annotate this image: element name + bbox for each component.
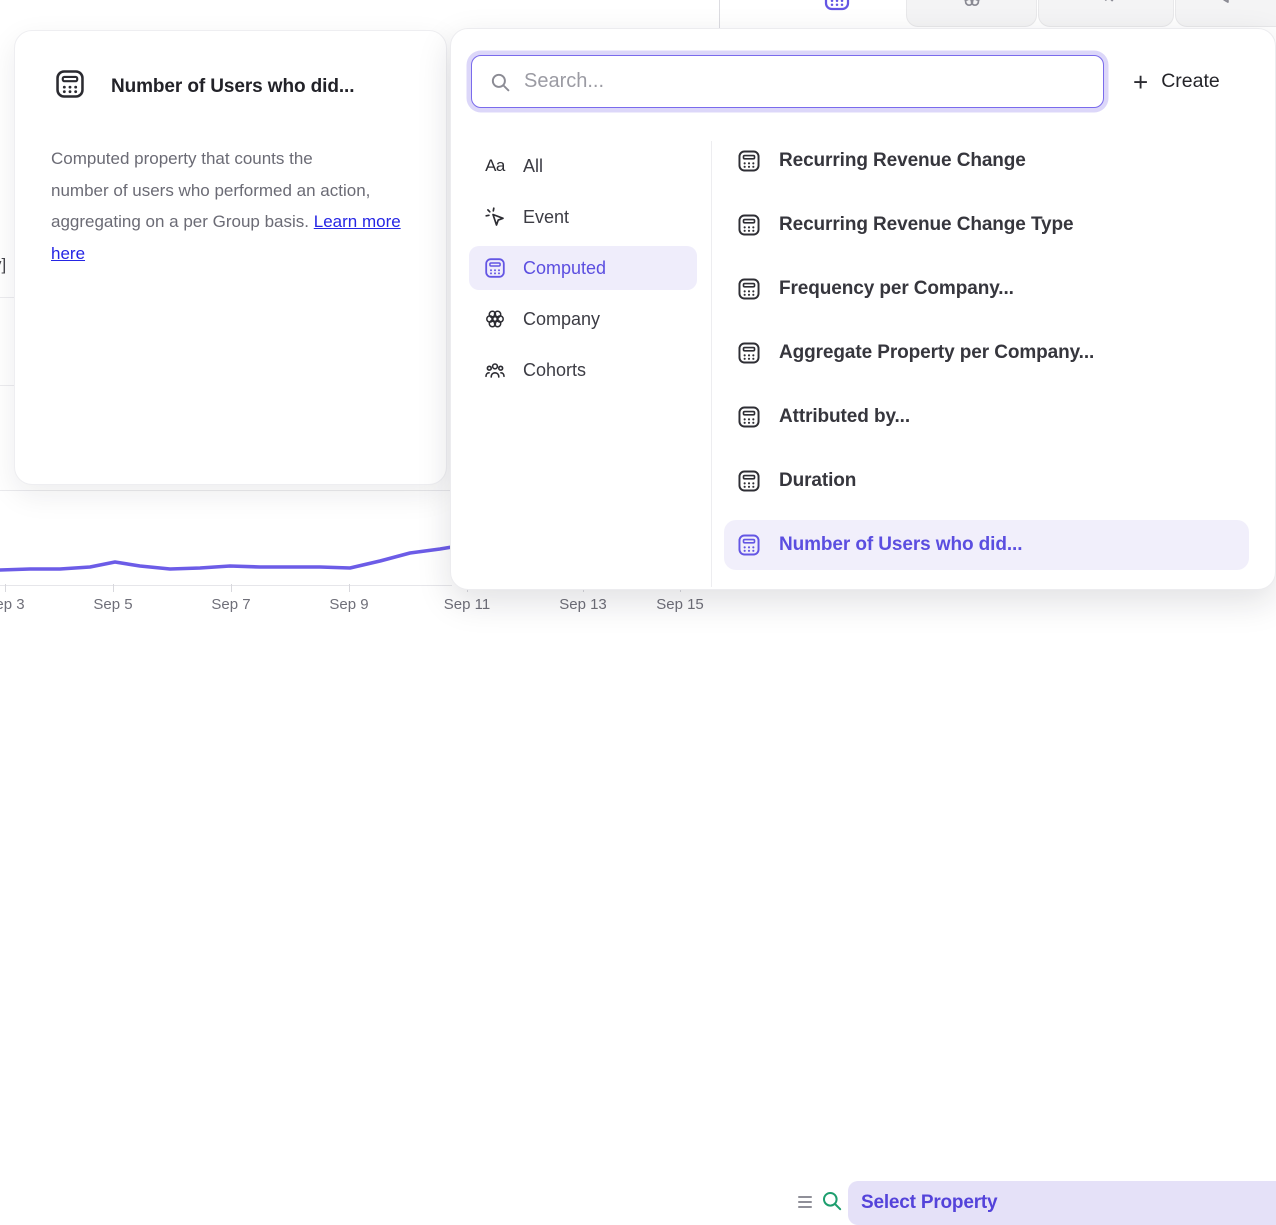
calculator-icon [736,532,762,558]
property-item-label: Aggregate Property per Company... [779,342,1094,364]
aa-text-icon: Aa [483,154,507,178]
select-property-field[interactable]: Select Property [848,1181,1276,1225]
property-item[interactable]: Frequency per Company... [724,264,1249,314]
property-item-label: Duration [779,470,856,492]
property-item[interactable]: Recurring Revenue Change Type [724,200,1249,250]
metric-tab-pointer[interactable] [1038,0,1174,27]
x-tick-label: Sep 7 [211,596,250,613]
category-sidebar: Aa All Event Computed Company Cohorts [469,144,697,399]
property-item[interactable]: Recurring Revenue Change [724,136,1249,186]
x-tick [5,584,6,592]
x-tick [113,584,114,592]
metric-tab-funnel[interactable] [1175,0,1276,27]
calculator-icon [736,404,762,430]
category-label: Computed [523,258,606,279]
calculator-icon [483,256,507,280]
metric-tab-computed[interactable] [768,0,906,27]
search-input[interactable] [524,56,1094,107]
property-picker-panel: + Create Aa All Event Computed Company C… [450,28,1276,590]
tooltip-description: Computed property that counts the number… [51,143,403,269]
property-row: Select Property [790,588,1276,642]
calculator-icon [53,67,87,101]
calculator-icon [736,212,762,238]
drag-handle-icon[interactable] [798,1196,812,1208]
x-tick-label: Sep 9 [329,596,368,613]
company-flower-icon [483,307,507,331]
x-tick-label: Sep 3 [0,596,25,613]
calculator-icon [736,468,762,494]
tooltip-title: Number of Users who did... [111,76,354,98]
calculator-icon [736,148,762,174]
category-label: Cohorts [523,360,586,381]
property-item-label: Number of Users who did... [779,534,1022,556]
category-label: Company [523,309,600,330]
x-tick [231,584,232,592]
create-button[interactable]: + Create [1133,55,1220,108]
app-root: { "colors": { "accent_purple": "#5b4ee0"… [0,0,1276,642]
property-item-label: Recurring Revenue Change [779,150,1026,172]
category-label: All [523,156,543,177]
clipped-builder-text: v] [0,255,6,275]
category-label: Event [523,207,569,228]
property-item-selected[interactable]: Number of Users who did... [724,520,1249,570]
picker-divider [711,141,712,587]
search-box [471,55,1104,108]
x-tick [349,584,350,592]
event-click-icon [483,205,507,229]
x-tick-label: Sep 5 [93,596,132,613]
x-tick-label: Sep 13 [559,596,607,613]
property-tooltip-card: Number of Users who did... Computed prop… [14,30,447,485]
funnel-icon [1213,0,1239,9]
calculator-icon [736,340,762,366]
property-item[interactable]: Aggregate Property per Company... [724,328,1249,378]
property-item-label: Frequency per Company... [779,278,1014,300]
chart-line [0,546,458,570]
category-event[interactable]: Event [469,195,697,239]
top-nav-divider [719,0,720,28]
plus-icon: + [1133,69,1148,95]
search-icon [489,71,512,94]
cohorts-people-icon [483,358,507,382]
builder-row-divider [0,385,14,386]
create-button-label: Create [1161,70,1220,93]
x-tick-label: Sep 15 [656,596,704,613]
category-cohorts[interactable]: Cohorts [469,348,697,392]
metric-tab-company[interactable] [906,0,1037,27]
property-item[interactable]: Attributed by... [724,392,1249,442]
company-flower-icon [958,0,985,10]
calculator-icon [736,276,762,302]
x-axis-line [0,585,452,586]
property-item[interactable]: Duration [724,456,1249,506]
builder-row-divider [0,297,14,298]
category-computed[interactable]: Computed [469,246,697,290]
metric-line-chart [0,490,460,586]
property-item-label: Recurring Revenue Change Type [779,214,1074,236]
category-company[interactable]: Company [469,297,697,341]
search-icon[interactable] [820,1189,844,1213]
property-list: Recurring Revenue Change Recurring Reven… [724,136,1249,584]
select-property-label: Select Property [861,1192,997,1213]
pointer-icon [1093,0,1120,10]
calculator-icon [822,0,852,13]
category-all[interactable]: Aa All [469,144,697,188]
property-item-label: Attributed by... [779,406,910,428]
x-tick-label: Sep 11 [444,596,490,613]
